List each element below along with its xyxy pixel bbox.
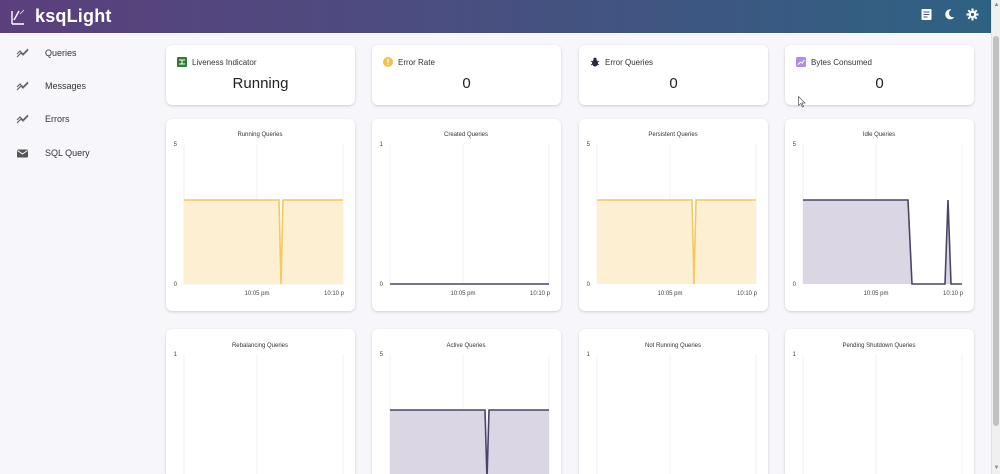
sidebar-item-messages[interactable]: Messages (0, 71, 150, 101)
chart-title: Not Running Queries (645, 343, 701, 349)
stat-card-liveness: Liveness Indicator Running (166, 45, 355, 105)
stat-card-error-queries: Error Queries 0 (579, 45, 768, 105)
chart-title: Running Queries (237, 132, 282, 138)
y-tick-label: 0 (174, 282, 178, 288)
series-area (184, 200, 343, 284)
x-tick-label: 10:10 p (737, 291, 758, 297)
series-area (390, 410, 549, 474)
sidebar-item-label: Queries (45, 48, 77, 58)
stat-card-error-rate: Error Rate 0 (372, 45, 561, 105)
active-queries-chart: Active Queries 5 (380, 343, 550, 474)
sidebar-item-label: Messages (45, 81, 87, 91)
x-tick-label: 10:10 p (943, 291, 964, 297)
moon-icon[interactable] (943, 8, 956, 21)
document-icon[interactable] (920, 8, 933, 21)
sidebar-item-queries[interactable]: Queries (0, 38, 150, 68)
chart-card-running-queries: Running Queries 5 0 10:05 pm 10:10 p (166, 119, 355, 311)
logo-icon (11, 9, 25, 25)
chart-card-pending-shutdown-queries: Pending Shutdown Queries 1 (785, 329, 974, 474)
sidebar-item-errors[interactable]: Errors (0, 104, 150, 134)
y-tick-label: 5 (587, 142, 591, 148)
stat-label: Liveness Indicator (192, 57, 257, 67)
x-tick-label: 10:05 pm (657, 291, 682, 297)
sidebar-item-label: SQL Query (45, 148, 90, 158)
created-queries-chart: Created Queries 1 0 10:05 pm 10:10 p (380, 132, 551, 297)
scroll-down-arrow-icon[interactable]: ▼ (993, 465, 1000, 472)
chart-title: Active Queries (446, 343, 485, 349)
trend-icon (16, 114, 29, 123)
stat-value: 0 (462, 75, 471, 92)
y-tick-label: 1 (793, 352, 797, 358)
sidebar-item-sql-query[interactable]: SQL Query (0, 138, 150, 168)
y-tick-label: 0 (793, 282, 797, 288)
chart-card-idle-queries: Idle Queries 5 0 10:05 pm 10:10 p (785, 119, 974, 311)
app-title: ksqLight (35, 6, 112, 26)
y-tick-label: 0 (587, 282, 591, 288)
mouse-pointer-icon (798, 96, 806, 108)
stat-card-bytes-consumed: Bytes Consumed 0 (785, 45, 974, 105)
y-tick-label: 1 (380, 142, 384, 148)
stat-value: 0 (875, 75, 884, 92)
stat-label: Bytes Consumed (811, 57, 872, 67)
x-tick-label: 10:05 pm (863, 291, 888, 297)
rebalancing-queries-chart: Rebalancing Queries 1 (174, 343, 344, 474)
y-tick-label: 1 (587, 352, 591, 358)
y-tick-label: 0 (380, 282, 384, 288)
x-tick-label: 10:10 p (324, 291, 345, 297)
stat-label: Error Rate (398, 57, 435, 67)
series-area (803, 200, 951, 284)
network-icon (177, 57, 187, 67)
y-tick-label: 5 (174, 142, 178, 148)
x-tick-label: 10:10 p (530, 291, 551, 297)
sidebar-item-label: Errors (45, 114, 70, 124)
trend-icon (16, 48, 29, 57)
app-bar: ksqLight (0, 0, 991, 33)
chart-title: Rebalancing Queries (232, 343, 288, 349)
bug-icon (590, 57, 600, 67)
chart-card-created-queries: Created Queries 1 0 10:05 pm 10:10 p (372, 119, 561, 311)
chart-title: Pending Shutdown Queries (842, 343, 915, 349)
chart-icon (796, 57, 806, 67)
pending-shutdown-queries-chart: Pending Shutdown Queries 1 (793, 343, 963, 474)
mail-icon (17, 149, 28, 157)
stat-value: 0 (669, 75, 678, 92)
chart-title: Idle Queries (863, 132, 895, 138)
chart-title: Persistent Queries (648, 132, 697, 138)
scroll-thumb[interactable] (993, 36, 999, 426)
page-scrollbar[interactable]: ▲ ▼ (991, 0, 1000, 474)
running-queries-chart: Running Queries 5 0 10:05 pm 10:10 p (174, 132, 345, 297)
chart-card-not-running-queries: Not Running Queries 1 (579, 329, 768, 474)
sidebar: Queries Messages Errors SQL Query (0, 33, 150, 474)
idle-queries-chart: Idle Queries 5 0 10:05 pm 10:10 p (793, 132, 964, 297)
scroll-up-arrow-icon[interactable]: ▲ (993, 2, 1000, 9)
chart-card-persistent-queries: Persistent Queries 5 0 10:05 pm 10:10 p (579, 119, 768, 311)
chart-card-rebalancing-queries: Rebalancing Queries 1 (166, 329, 355, 474)
x-tick-label: 10:05 pm (244, 291, 269, 297)
series-area (597, 200, 756, 284)
persistent-queries-chart: Persistent Queries 5 0 10:05 pm 10:10 p (587, 132, 758, 297)
gear-icon[interactable] (966, 8, 979, 21)
y-tick-label: 1 (174, 352, 178, 358)
not-running-queries-chart: Not Running Queries 1 (587, 343, 757, 474)
x-tick-label: 10:05 pm (450, 291, 475, 297)
stat-value: Running (232, 75, 289, 92)
chart-card-active-queries: Active Queries 5 (372, 329, 561, 474)
stat-label: Error Queries (605, 57, 654, 67)
trend-icon (16, 81, 29, 90)
y-tick-label: 5 (380, 352, 384, 358)
warning-icon (383, 57, 393, 67)
y-tick-label: 5 (793, 142, 797, 148)
chart-title: Created Queries (444, 132, 488, 138)
